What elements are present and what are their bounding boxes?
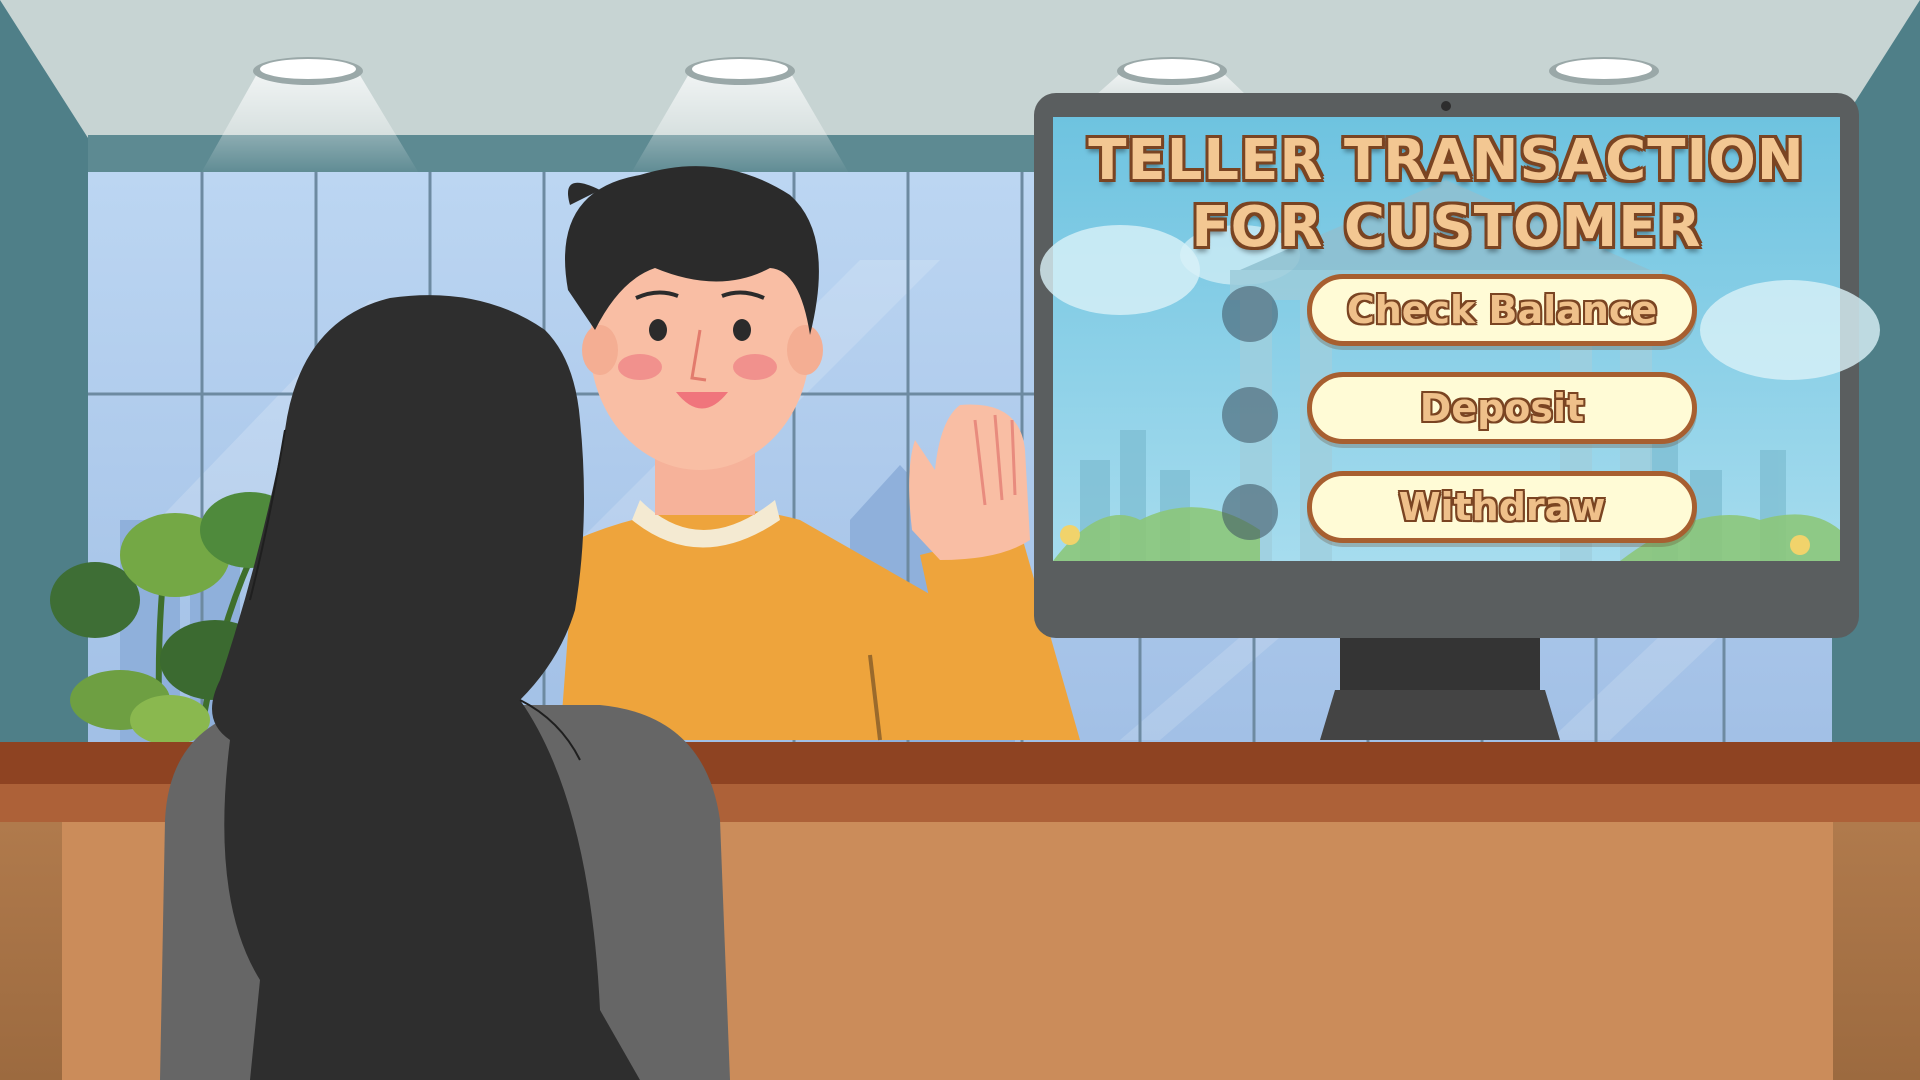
- withdraw-icon: [1222, 484, 1278, 540]
- withdraw-button[interactable]: Withdraw: [1307, 471, 1697, 543]
- deposit-button[interactable]: Deposit: [1307, 372, 1697, 444]
- withdraw-label: Withdraw: [1398, 485, 1606, 529]
- deposit-label: Deposit: [1419, 386, 1585, 430]
- check-balance-icon: [1222, 286, 1278, 342]
- check-balance-label: Check Balance: [1346, 288, 1658, 332]
- screen-title: TELLER TRANSACTION FOR CUSTOMER: [1053, 127, 1840, 261]
- check-balance-button[interactable]: Check Balance: [1307, 274, 1697, 346]
- deposit-icon: [1222, 387, 1278, 443]
- teller-screen: TELLER TRANSACTION FOR CUSTOMER Check Ba…: [1053, 117, 1840, 561]
- screen-title-line2: FOR CUSTOMER: [1191, 195, 1702, 260]
- screen-title-line1: TELLER TRANSACTION: [1088, 128, 1805, 193]
